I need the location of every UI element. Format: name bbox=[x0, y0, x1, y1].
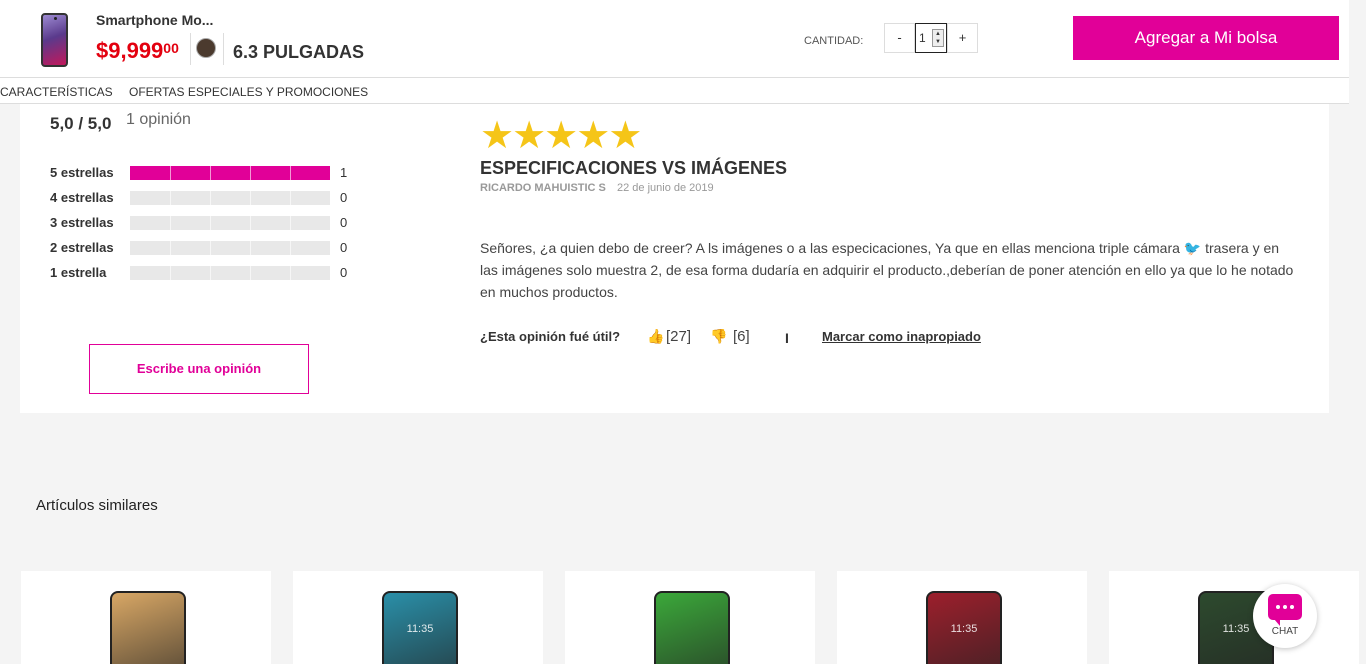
similar-product-card[interactable]: 11:35 bbox=[1109, 571, 1359, 664]
quantity-increase-button[interactable]: + bbox=[947, 23, 978, 53]
thumbs-up-icon[interactable]: 👍 bbox=[647, 328, 664, 345]
review-count: 1 opinión bbox=[126, 111, 191, 128]
rating-count: 1 bbox=[340, 165, 348, 180]
review-author: RICARDO MAHUISTIC S bbox=[480, 182, 606, 194]
spin-down-icon[interactable]: ▼ bbox=[933, 38, 943, 46]
helpful-yes-count[interactable]: [27] bbox=[666, 328, 691, 345]
similar-product-card[interactable]: 11:35 bbox=[837, 571, 1087, 664]
quantity-label: CANTIDAD: bbox=[804, 35, 864, 47]
similar-product-card[interactable] bbox=[565, 571, 815, 664]
product-image[interactable] bbox=[654, 591, 730, 664]
product-name: Smartphone Mo... bbox=[96, 12, 214, 28]
rating-count: 0 bbox=[340, 190, 348, 205]
rating-bar-fill bbox=[130, 166, 330, 180]
review-date: 22 de junio de 2019 bbox=[617, 182, 714, 194]
review-body: Señores, ¿a quien debo de creer? A ls im… bbox=[480, 240, 1294, 300]
tab-ofertas[interactable]: OFERTAS ESPECIALES Y PROMOCIONES bbox=[129, 85, 368, 99]
divider bbox=[223, 33, 224, 65]
color-swatch[interactable] bbox=[196, 38, 216, 58]
rating-label: 5 estrellas bbox=[50, 165, 114, 180]
star-icon: ★ bbox=[480, 115, 514, 157]
price-main: $9,999 bbox=[96, 38, 164, 63]
rating-label: 2 estrellas bbox=[50, 240, 114, 255]
helpful-question: ¿Esta opinión fué útil? bbox=[480, 329, 621, 344]
chat-label: CHAT bbox=[1271, 626, 1299, 637]
quantity-decrease-button[interactable]: - bbox=[884, 23, 915, 53]
report-inappropriate-link[interactable]: Marcar como inapropiado bbox=[822, 329, 981, 344]
product-image[interactable] bbox=[110, 591, 186, 664]
phone-clock: 11:35 bbox=[950, 623, 978, 635]
rating-bar bbox=[130, 166, 330, 180]
average-rating: 5,0 / 5,0 bbox=[50, 114, 112, 133]
similar-product-card[interactable]: 11:35 bbox=[293, 571, 543, 664]
reviews-panel: 5,0 / 5,0 1 opinión 5 estrellas 1 4 estr… bbox=[20, 104, 1329, 413]
separator: I bbox=[785, 330, 789, 346]
star-icon: ★ bbox=[576, 115, 610, 157]
divider bbox=[190, 33, 191, 65]
thumbs-down-icon[interactable]: 👎 bbox=[710, 328, 727, 345]
write-review-button[interactable]: Escribe una opinión bbox=[89, 344, 309, 394]
similar-product-card[interactable] bbox=[21, 571, 271, 664]
add-to-bag-button[interactable]: Agregar a Mi bolsa bbox=[1073, 16, 1339, 60]
rating-bar bbox=[130, 191, 330, 205]
star-icon: ★ bbox=[608, 115, 642, 157]
quantity-input[interactable]: 1 ▲ ▼ bbox=[915, 23, 947, 53]
product-price: $9,99900 bbox=[96, 38, 179, 64]
quantity-spinner[interactable]: ▲ ▼ bbox=[932, 29, 944, 47]
similar-items-heading: Artículos similares bbox=[36, 497, 158, 514]
rating-bar bbox=[130, 241, 330, 255]
star-icon: ★ bbox=[512, 115, 546, 157]
rating-count: 0 bbox=[340, 265, 348, 280]
chat-icon bbox=[1268, 594, 1302, 626]
rating-count: 0 bbox=[340, 240, 348, 255]
chat-button[interactable]: CHAT bbox=[1253, 584, 1317, 648]
phone-clock: 11:35 bbox=[406, 623, 434, 635]
helpful-no-count[interactable]: [6] bbox=[733, 328, 750, 345]
sticky-product-header: Smartphone Mo... $9,99900 6.3 PULGADAS C… bbox=[0, 0, 1349, 78]
star-icon: ★ bbox=[544, 115, 578, 157]
rating-count: 0 bbox=[340, 215, 348, 230]
product-image[interactable]: 11:35 bbox=[926, 591, 1002, 664]
spin-up-icon[interactable]: ▲ bbox=[933, 30, 943, 38]
rating-label: 3 estrellas bbox=[50, 215, 114, 230]
rating-label: 1 estrella bbox=[50, 265, 107, 280]
section-tabs: CARACTERÍSTICAS OFERTAS ESPECIALES Y PRO… bbox=[0, 78, 1349, 104]
quantity-value: 1 bbox=[919, 31, 926, 45]
rating-bar bbox=[130, 216, 330, 230]
screen-size: 6.3 PULGADAS bbox=[233, 42, 365, 62]
review-stars: ★★★★★ bbox=[480, 117, 642, 155]
rating-label: 4 estrellas bbox=[50, 190, 114, 205]
price-cents: 00 bbox=[163, 40, 179, 56]
rating-bar bbox=[130, 266, 330, 280]
review-title: ESPECIFICACIONES VS IMÁGENES bbox=[480, 158, 788, 178]
tab-caracteristicas[interactable]: CARACTERÍSTICAS bbox=[0, 85, 113, 99]
product-image[interactable]: 11:35 bbox=[382, 591, 458, 664]
product-thumbnail[interactable] bbox=[41, 13, 68, 67]
